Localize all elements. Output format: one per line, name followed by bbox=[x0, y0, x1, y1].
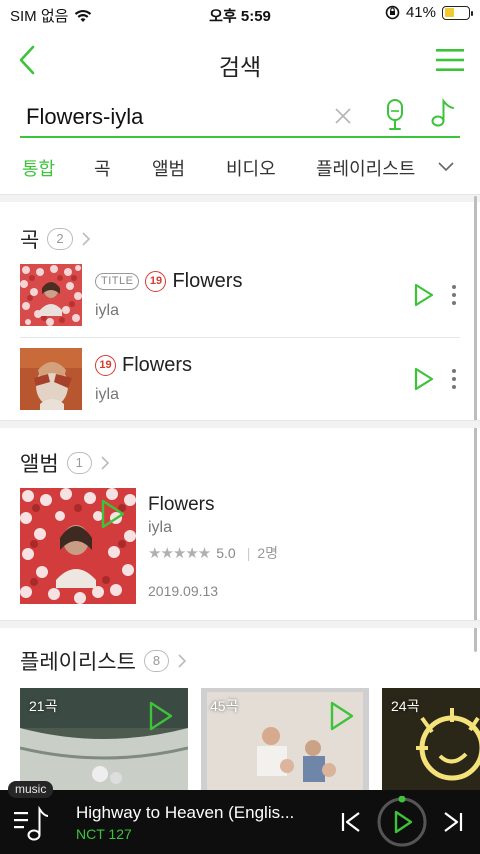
row-divider bbox=[20, 337, 460, 338]
section-title: 플레이리스트 bbox=[20, 651, 136, 674]
music-tag: music bbox=[8, 781, 54, 798]
tab-songs[interactable]: 곡 bbox=[94, 155, 111, 181]
music-recognition-icon[interactable] bbox=[430, 98, 456, 128]
count-badge: 1 bbox=[66, 452, 92, 474]
album-artist: iyla bbox=[148, 519, 173, 536]
rating-count: 2명 bbox=[257, 545, 279, 561]
song-title: Flowers bbox=[122, 354, 193, 376]
section-title: 곡 bbox=[20, 229, 40, 252]
song-title-line: TITLE 19 Flowers bbox=[95, 270, 242, 293]
battery-percent: 41% bbox=[405, 4, 436, 21]
status-bar: SIM 없음 오후 5:59 41% bbox=[0, 0, 480, 28]
album-art bbox=[20, 264, 82, 326]
tab-all[interactable]: 통합 bbox=[22, 155, 55, 181]
previous-track-icon[interactable] bbox=[340, 810, 362, 834]
tab-playlists[interactable]: 플레이리스트 bbox=[316, 155, 415, 181]
play-icon[interactable] bbox=[329, 700, 355, 732]
count-badge: 8 bbox=[143, 650, 170, 672]
album-art bbox=[20, 348, 82, 410]
song-row[interactable]: 19 Flowers iyla bbox=[20, 348, 460, 430]
search-input[interactable]: Flowers-iyla bbox=[26, 104, 143, 130]
section-divider bbox=[0, 420, 480, 428]
song-artist: iyla bbox=[95, 302, 120, 319]
age-restriction-badge: 19 bbox=[95, 355, 116, 376]
more-options-icon[interactable] bbox=[451, 368, 457, 390]
more-options-icon[interactable] bbox=[451, 284, 457, 306]
release-date: 2019.09.13 bbox=[148, 583, 219, 599]
count-badge: 2 bbox=[47, 228, 73, 250]
section-divider bbox=[0, 194, 480, 202]
battery-icon bbox=[442, 5, 473, 20]
search-bar[interactable]: Flowers-iyla bbox=[20, 96, 460, 138]
page-title: 검색 bbox=[218, 54, 262, 80]
now-playing-title: Highway to Heaven (Englis... bbox=[76, 803, 295, 822]
song-artist: iyla bbox=[95, 386, 120, 403]
playlist-card[interactable]: 24곡 bbox=[382, 688, 480, 790]
playlist-card[interactable]: 21곡 bbox=[20, 688, 188, 790]
song-title-line: 19 Flowers bbox=[95, 354, 192, 377]
playlists-section-header[interactable]: 플레이리스트 8 bbox=[20, 646, 187, 676]
play-icon[interactable] bbox=[413, 366, 435, 392]
play-icon[interactable] bbox=[100, 498, 126, 530]
header: 검색 bbox=[0, 36, 480, 86]
title-track-badge: TITLE bbox=[95, 273, 140, 290]
battery-level bbox=[444, 8, 454, 17]
rating-stars: ★★★★★ bbox=[148, 545, 211, 562]
tab-albums[interactable]: 앨범 bbox=[152, 155, 185, 181]
now-playing-artist: NCT 127 bbox=[76, 826, 132, 842]
next-track-icon[interactable] bbox=[442, 810, 464, 834]
album-title: Flowers bbox=[148, 494, 215, 515]
section-title: 앨범 bbox=[20, 453, 59, 476]
album-card[interactable]: Flowers iyla ★★★★★ 5.0 | 2명 2019.09.13 bbox=[20, 488, 460, 606]
album-rating: ★★★★★ 5.0 | 2명 bbox=[148, 543, 278, 563]
song-title: Flowers bbox=[172, 270, 243, 292]
playlist-track-count: 45곡 bbox=[210, 698, 239, 714]
chevron-right-icon bbox=[178, 654, 187, 668]
clear-icon[interactable] bbox=[332, 105, 354, 127]
menu-icon[interactable] bbox=[436, 48, 464, 72]
song-row[interactable]: TITLE 19 Flowers iyla bbox=[20, 264, 460, 346]
chevron-right-icon bbox=[81, 232, 90, 246]
section-divider bbox=[0, 620, 480, 628]
playlist-icon[interactable] bbox=[12, 806, 52, 842]
rating-score: 5.0 bbox=[216, 545, 236, 561]
songs-section-header[interactable]: 곡 2 bbox=[20, 224, 91, 254]
orientation-lock-icon bbox=[385, 5, 400, 20]
playlist-card[interactable]: 45곡 bbox=[201, 688, 369, 790]
mini-player[interactable]: Highway to Heaven (Englis... NCT 127 bbox=[0, 790, 480, 854]
age-restriction-badge: 19 bbox=[145, 271, 167, 292]
play-icon[interactable] bbox=[413, 282, 435, 308]
microphone-icon[interactable] bbox=[384, 98, 406, 132]
status-right: 41% bbox=[385, 4, 473, 21]
chevron-right-icon bbox=[101, 456, 110, 470]
play-button[interactable] bbox=[376, 796, 428, 848]
albums-section-header[interactable]: 앨범 1 bbox=[20, 448, 110, 478]
play-icon[interactable] bbox=[148, 700, 174, 732]
playlist-track-count: 24곡 bbox=[391, 698, 420, 714]
playlist-track-count: 21곡 bbox=[29, 698, 58, 714]
chevron-down-icon[interactable] bbox=[436, 158, 456, 174]
tab-videos[interactable]: 비디오 bbox=[226, 155, 276, 181]
category-tabs: 통합 곡 앨범 비디오 플레이리스트 bbox=[0, 150, 480, 190]
rating-separator: | bbox=[246, 545, 251, 561]
